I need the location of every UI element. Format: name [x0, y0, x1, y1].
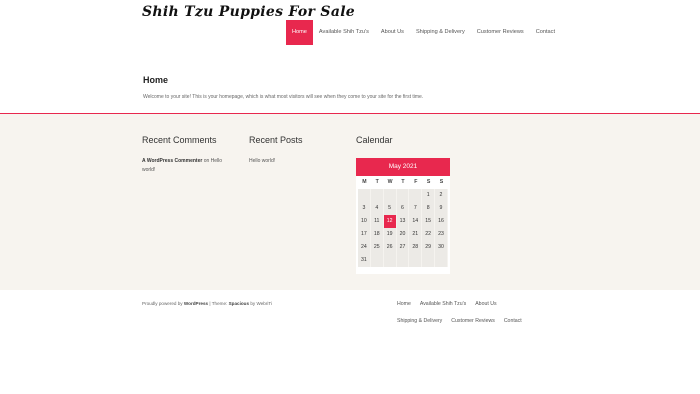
calendar-week-row: 31 [358, 254, 448, 267]
calendar-widget: May 2021 M T W T F S S 1 2 3 4 5 6 7 8 9 10 11 12 13 14 15 16 1… [356, 158, 450, 274]
calendar-day [397, 254, 410, 267]
calendar-day [371, 254, 384, 267]
recent-comment-item: A WordPress Commenter on Hello world! [142, 157, 232, 175]
calendar-day: 5 [384, 202, 397, 215]
calendar-day: 1 [422, 189, 436, 202]
page-content: Home Welcome to your site! This is your … [0, 60, 700, 114]
footer-nav-about[interactable]: About Us [475, 301, 496, 307]
calendar-day: 20 [397, 228, 410, 241]
calendar-week-row: 12 [358, 189, 448, 202]
nav-contact[interactable]: Contact [530, 20, 561, 45]
calendar-day: 18 [371, 228, 384, 241]
calendar-day: 2 [435, 189, 448, 202]
calendar-day: 8 [422, 202, 436, 215]
calendar-day [409, 254, 423, 267]
footer-nav-available[interactable]: Available Shih Tzu's [420, 301, 466, 307]
nav-reviews[interactable]: Customer Reviews [471, 20, 530, 45]
calendar-weekday: S [439, 179, 444, 185]
recent-posts-title: Recent Posts [249, 135, 303, 145]
footer-nav-row1: Home Available Shih Tzu's About Us [397, 301, 506, 307]
footer-nav-shipping[interactable]: Shipping & Delivery [397, 318, 442, 324]
calendar-weekday: F [414, 179, 418, 185]
calendar-day [384, 254, 397, 267]
calendar-day: 31 [358, 254, 371, 267]
calendar-day: 24 [358, 241, 371, 254]
calendar-week-row: 3456789 [358, 202, 448, 215]
calendar-day [371, 189, 384, 202]
calendar-weekday: T [375, 179, 379, 185]
recent-post-link[interactable]: Hello world! [249, 157, 275, 166]
calendar-day [358, 189, 371, 202]
nav-available[interactable]: Available Shih Tzu's [313, 20, 375, 45]
calendar-day [435, 254, 448, 267]
credit-author-link[interactable]: WebriTi [256, 301, 272, 306]
credit-prefix: Proudly powered by [142, 301, 183, 306]
calendar-day: 10 [358, 215, 371, 228]
calendar-day: 19 [384, 228, 397, 241]
calendar-day: 28 [409, 241, 423, 254]
calendar-day [409, 189, 423, 202]
calendar-day: 4 [371, 202, 384, 215]
calendar-day [397, 189, 410, 202]
calendar-day: 21 [409, 228, 423, 241]
calendar-weekday: S [426, 179, 431, 185]
calendar-week-row: 10 11 12 13 14 15 16 [358, 215, 448, 228]
calendar-weekday-row: MTWTFSS [358, 176, 448, 189]
site-footer: Proudly powered by WordPress | Theme: Sp… [0, 290, 700, 394]
footer-nav-row2: Shipping & Delivery Customer Reviews Con… [397, 318, 531, 324]
footer-credit: Proudly powered by WordPress | Theme: Sp… [142, 301, 272, 306]
nav-home[interactable]: Home [286, 20, 313, 45]
calendar-day: 14 [409, 215, 423, 228]
page-title: Home [143, 75, 169, 85]
comment-on: on [203, 158, 210, 164]
credit-theme-link[interactable]: Spacious [229, 301, 249, 306]
page-text: Welcome to your site! This is your homep… [143, 94, 424, 100]
credit-by: by [250, 301, 256, 306]
site-header: Shih Tzu Puppies For Sale Home Available… [0, 0, 700, 60]
nav-shipping[interactable]: Shipping & Delivery [410, 20, 471, 45]
calendar-day: 9 [435, 202, 448, 215]
calendar-day: 17 [358, 228, 371, 241]
credit-wordpress-link[interactable]: WordPress [184, 301, 208, 306]
calendar-title: Calendar [356, 135, 393, 145]
calendar-day [384, 189, 397, 202]
calendar-day: 16 [435, 215, 448, 228]
calendar-day: 29 [422, 241, 436, 254]
calendar-grid: M T W T F S S 1 2 3 4 5 6 7 8 9 10 11 12 13 14 15 16 17 18 19 20 21… [358, 176, 448, 267]
footer-widgets: Recent Comments A WordPress Commenter on… [0, 114, 700, 290]
calendar-day: 13 [397, 215, 410, 228]
nav-about[interactable]: About Us [375, 20, 410, 45]
calendar-week-row: 17 18 19 20 21 22 23 [358, 228, 448, 241]
calendar-day: 6 [397, 202, 410, 215]
calendar-day: 3 [358, 202, 371, 215]
calendar-day [422, 254, 436, 267]
calendar-day: 15 [422, 215, 436, 228]
site-title[interactable]: Shih Tzu Puppies For Sale [142, 4, 355, 20]
calendar-day: 25 [371, 241, 384, 254]
credit-theme-label: | Theme: [209, 301, 228, 306]
calendar-day: 30 [435, 241, 448, 254]
calendar-day: 11 [371, 215, 384, 228]
calendar-weekday: M [362, 179, 367, 185]
calendar-day: 23 [435, 228, 448, 241]
calendar-day: 22 [422, 228, 436, 241]
footer-nav-contact[interactable]: Contact [504, 318, 522, 324]
calendar-week-row: 24 25 26 27 28 29 30 [358, 241, 448, 254]
footer-nav-home[interactable]: Home [397, 301, 411, 307]
calendar-day: 7 [409, 202, 423, 215]
calendar-day: 27 [397, 241, 410, 254]
calendar-day: 26 [384, 241, 397, 254]
calendar-weekday: T [401, 179, 405, 185]
calendar-weekday: W [387, 179, 393, 185]
calendar-day-today: 12 [383, 215, 397, 228]
footer-nav-reviews[interactable]: Customer Reviews [451, 318, 495, 324]
comment-author[interactable]: A WordPress Commenter [142, 158, 202, 164]
recent-comments-title: Recent Comments [142, 135, 217, 145]
calendar-month: May 2021 [356, 158, 450, 176]
main-nav: Home Available Shih Tzu's About Us Shipp… [286, 20, 561, 45]
